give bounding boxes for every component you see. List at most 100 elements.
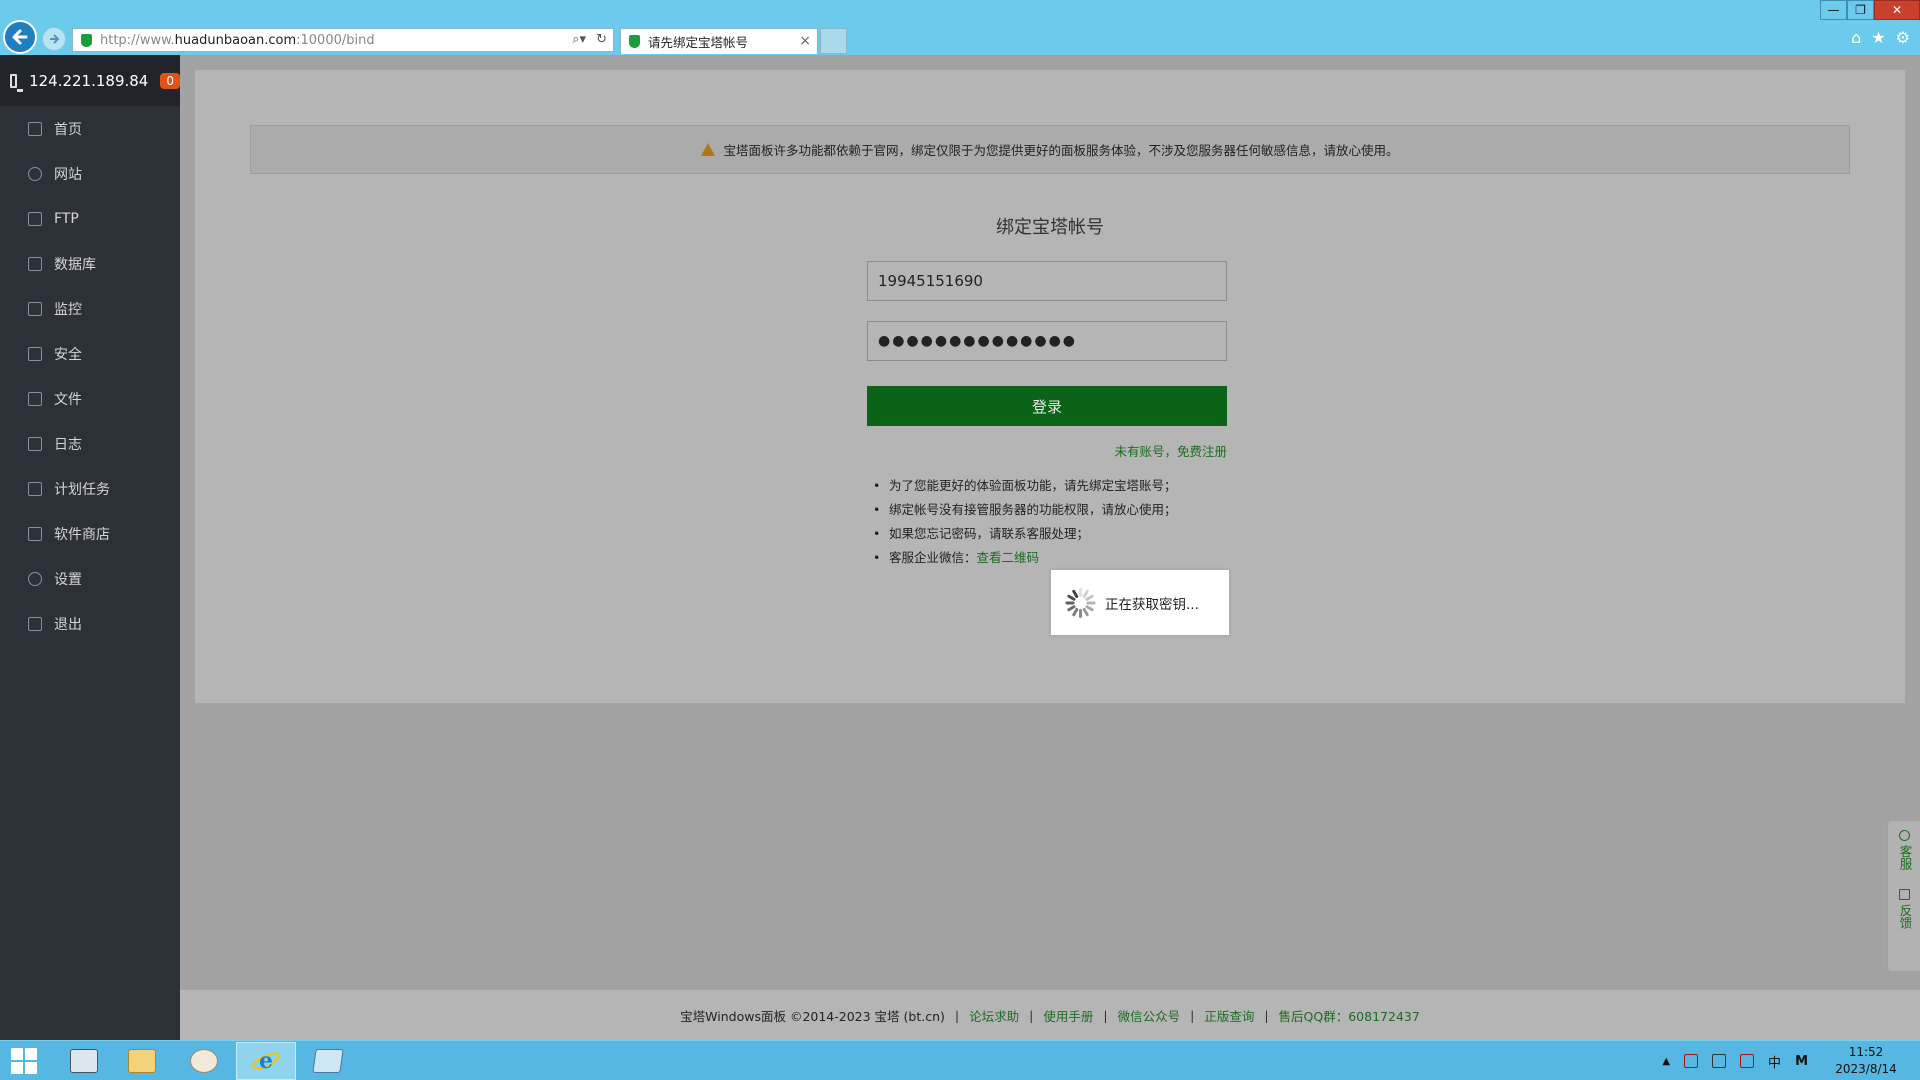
taskbar-notepad[interactable] [300, 1042, 356, 1080]
clock[interactable]: 11:52 2023/8/14 [1826, 1044, 1906, 1078]
sidebar-item[interactable]: 日志 [0, 421, 180, 466]
sidebar-item-label: 数据库 [54, 256, 96, 273]
back-button[interactable] [3, 20, 37, 54]
tray-expand-icon[interactable]: ▲ [1662, 1056, 1670, 1067]
footer-link-qq-group[interactable]: 售后QQ群：608172437 [1279, 1006, 1420, 1025]
address-bar[interactable]: http://www. huadunbaoan.com:10000/bind ⌕▾… [72, 28, 614, 52]
action-center-flag-icon[interactable] [1684, 1054, 1699, 1068]
footer-link-manual[interactable]: 使用手册 [1043, 1006, 1093, 1025]
home-icon [28, 121, 42, 136]
refresh-icon[interactable]: ↻ [596, 32, 607, 47]
sidebar: 124.221.189.84 0 首页 网站 FTP 数据库 监控 安全 文件 日志 计划任务软… [0, 55, 180, 1040]
forward-button[interactable] [42, 27, 66, 51]
tip-item: 如果您忘记密码，请联系客服处理； [871, 522, 1271, 546]
new-tab-button[interactable] [820, 28, 847, 54]
loading-dialog: 正在获取密钥... [1051, 570, 1229, 635]
login-button[interactable]: 登录 [867, 386, 1227, 426]
taskbar-internet-explorer[interactable]: e [236, 1042, 296, 1080]
sidebar-item[interactable]: 计划任务 [0, 466, 180, 511]
shield-favicon-icon [629, 35, 640, 48]
home-icon[interactable]: ⌂ [1851, 28, 1861, 47]
footer-copyright: 宝塔Windows面板 ©2014-2023 宝塔 (bt.cn) [680, 1008, 945, 1024]
tab-bind-account[interactable]: 请先绑定宝塔帐号 × [620, 28, 818, 54]
globe-icon [28, 166, 42, 181]
window-controls: — ❐ ✕ [1820, 0, 1920, 20]
footer: 宝塔Windows面板 ©2014-2023 宝塔 (bt.cn) | 论坛求助… [180, 990, 1920, 1040]
spinner-segment [1065, 601, 1075, 604]
speaker-muted-icon[interactable] [1740, 1054, 1755, 1068]
sidebar-item[interactable]: 首页 [0, 106, 180, 151]
clock-date: 2023/8/14 [1835, 1062, 1897, 1076]
sidebar-item[interactable]: FTP [0, 196, 180, 241]
warning-icon [701, 143, 716, 156]
close-window-button[interactable]: ✕ [1874, 0, 1920, 20]
ime-indicator[interactable]: 中 [1768, 1052, 1781, 1071]
network-icon[interactable] [1712, 1054, 1727, 1068]
register-link[interactable]: 未有账号，免费注册 [867, 441, 1227, 460]
customer-service-label: 客服 [1897, 845, 1913, 870]
sidebar-item[interactable]: 设置 [0, 556, 180, 601]
tip-item-wechat: 客服企业微信：查看二维码 [871, 546, 1271, 570]
sidebar-menu: 首页 网站 FTP 数据库监控安全文件日志计划任务软件商店设置 退出 [0, 106, 180, 646]
start-button[interactable] [4, 1042, 44, 1080]
sidebar-item[interactable]: 数据库 [0, 241, 180, 286]
loading-text: 正在获取密钥... [1105, 596, 1199, 613]
restore-button[interactable]: ❐ [1847, 0, 1874, 20]
notice-bar: 宝塔面板许多功能都依赖于官网，绑定仅限于为您提供更好的面板服务体验，不涉及您服务… [250, 125, 1850, 174]
folder-icon [28, 391, 42, 406]
footer-separator: | [1190, 1007, 1195, 1023]
gear-icon [28, 571, 42, 586]
paint-palette-icon [190, 1049, 218, 1073]
shield-icon [81, 33, 92, 47]
sidebar-item[interactable]: 监控 [0, 286, 180, 331]
favorites-star-icon[interactable]: ★ [1871, 28, 1885, 47]
page-title: 绑定宝塔帐号 [996, 217, 1104, 238]
sidebar-item-label: 软件商店 [54, 526, 110, 543]
footer-link-verify[interactable]: 正版查询 [1204, 1006, 1254, 1025]
logout-icon [28, 616, 42, 631]
sidebar-item[interactable]: 文件 [0, 376, 180, 421]
notification-badge[interactable]: 0 [160, 72, 180, 89]
ime-mode-indicator[interactable]: M [1795, 1054, 1808, 1069]
log-icon [28, 436, 42, 451]
svg-text:e: e [259, 1048, 273, 1074]
headset-icon [1899, 830, 1910, 841]
search-icon[interactable]: ⌕▾ [572, 32, 586, 47]
taskbar-paint[interactable] [176, 1042, 232, 1080]
tip-item: 绑定帐号没有接管服务器的功能权限，请放心使用； [871, 498, 1271, 522]
sidebar-item[interactable]: 网站 [0, 151, 180, 196]
taskbar-server-manager[interactable] [56, 1042, 112, 1080]
sidebar-item-label: 日志 [54, 436, 82, 453]
footer-link-wechat[interactable]: 微信公众号 [1118, 1006, 1181, 1025]
taskbar: e ▲ 中 M 11:52 2023/8/14 [0, 1040, 1920, 1080]
main-content: 宝塔面板许多功能都依赖于官网，绑定仅限于为您提供更好的面板服务体验，不涉及您服务… [180, 55, 1920, 1040]
feedback-button[interactable]: 反馈 [1888, 880, 1920, 929]
notepad-icon [312, 1049, 344, 1073]
sidebar-item[interactable]: 退出 [0, 601, 180, 646]
sidebar-item[interactable]: 软件商店 [0, 511, 180, 556]
sidebar-item-label: 文件 [54, 391, 82, 408]
url-prefix: http://www. [100, 32, 175, 48]
arrow-left-icon [12, 29, 28, 45]
sidebar-item[interactable]: 安全 [0, 331, 180, 376]
customer-service-button[interactable]: 客服 [1888, 821, 1920, 870]
username-input[interactable]: 19945151690 [867, 261, 1227, 301]
minimize-button[interactable]: — [1820, 0, 1847, 20]
sidebar-item-label: 安全 [54, 346, 82, 363]
tab-title: 请先绑定宝塔帐号 [648, 35, 749, 50]
wechat-label: 客服企业微信： [889, 550, 977, 565]
qr-code-link[interactable]: 查看二维码 [977, 550, 1040, 565]
taskbar-file-explorer[interactable] [114, 1042, 170, 1080]
password-input[interactable]: ●●●●●●●●●●●●●● [867, 321, 1227, 361]
spinner-segment [1079, 587, 1082, 597]
sidebar-item-label: 监控 [54, 301, 82, 318]
monitor-chart-icon [28, 301, 42, 316]
tips-list: 为了您能更好的体验面板功能，请先绑定宝塔账号； 绑定帐号没有接管服务器的功能权限… [871, 474, 1271, 570]
footer-link-forum[interactable]: 论坛求助 [969, 1006, 1019, 1025]
floating-side-panel: 客服 反馈 [1887, 820, 1920, 972]
close-tab-icon[interactable]: × [799, 33, 811, 49]
footer-separator: | [1264, 1007, 1269, 1023]
gear-icon[interactable]: ⚙ [1896, 28, 1910, 47]
tip-item: 为了您能更好的体验面板功能，请先绑定宝塔账号； [871, 474, 1271, 498]
system-tray: ▲ 中 M 11:52 2023/8/14 [1662, 1041, 1920, 1080]
